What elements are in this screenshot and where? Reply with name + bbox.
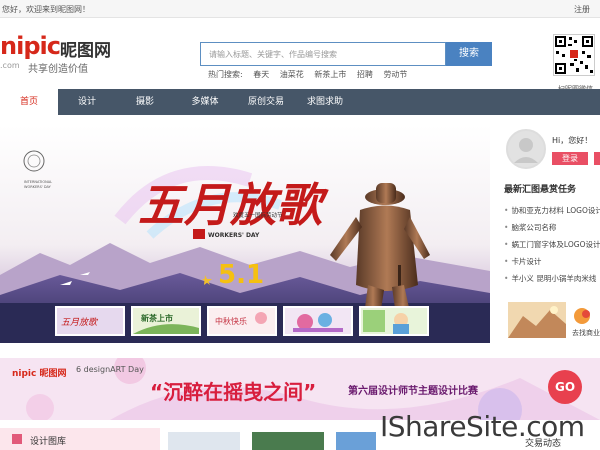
- promo-go-button[interactable]: GO: [548, 370, 582, 404]
- search-input[interactable]: 请输入标题、关键字、作品编号搜索: [200, 42, 446, 66]
- thumb-art: [285, 308, 351, 334]
- nav-home[interactable]: 首页: [0, 89, 58, 115]
- nav-multimedia[interactable]: 多媒体: [174, 89, 236, 115]
- nav-photography[interactable]: 摄影: [116, 89, 174, 115]
- nav-original-trade[interactable]: 原创交易: [236, 89, 296, 115]
- task-list: 协和亚克力材料 LOGO设计 脑浆公司名称 蜗工门窗字体及LOGO设计 卡片设计…: [504, 205, 600, 290]
- category-header[interactable]: 设计图库: [0, 428, 160, 450]
- banner-thumb[interactable]: 五月放歌: [55, 306, 125, 336]
- banner-thumb[interactable]: 中秋快乐: [207, 306, 277, 336]
- nav-request-help[interactable]: 求图求助: [296, 89, 354, 115]
- hot-searches: 热门搜索: 春天 油菜花 新茶上市 招聘 劳动节: [208, 69, 415, 80]
- watermark: IShareSite.com: [380, 410, 585, 443]
- qr-code-icon: [555, 36, 593, 74]
- thumb-label: 五月放歌: [61, 317, 99, 328]
- gallery-thumb[interactable]: [168, 432, 240, 450]
- hot-search-item[interactable]: 新茶上市: [314, 70, 346, 79]
- avatar: [506, 129, 546, 169]
- task-item[interactable]: 协和亚克力材料 LOGO设计: [504, 205, 600, 222]
- logo-dotcom: .com: [0, 61, 20, 70]
- task-item[interactable]: 脑浆公司名称: [504, 222, 600, 239]
- register-button[interactable]: [594, 152, 600, 165]
- promo-designday-logo: 6 designART Day: [76, 365, 144, 374]
- banner-thumb[interactable]: 新茶上市: [131, 306, 201, 336]
- tasks-title: 最新汇图悬赏任务: [504, 185, 577, 195]
- nav-design[interactable]: 设计: [58, 89, 116, 115]
- thumb-art: [361, 308, 427, 334]
- thumb-label: 新茶上市: [141, 313, 173, 323]
- search-bar: 请输入标题、关键字、作品编号搜索 搜索: [200, 42, 492, 66]
- ad-label[interactable]: 去找商业: [572, 328, 600, 338]
- avatar-icon: [514, 138, 538, 163]
- banner-headline: 五月放歌: [138, 178, 329, 232]
- banner-thumbnails: 五月放歌 新茶上市 中秋快乐: [55, 306, 435, 338]
- login-button[interactable]: 登录: [552, 152, 588, 165]
- ad-thumbnail[interactable]: [508, 302, 566, 338]
- logo-brand-cn: 昵图网: [60, 41, 111, 61]
- thumb-art: 新茶上市: [133, 308, 199, 334]
- category-label: 设计图库: [30, 437, 67, 447]
- qr-code: [553, 34, 595, 76]
- category-icon: [12, 434, 22, 444]
- hot-search-item[interactable]: 春天: [253, 70, 269, 79]
- thumb-art: 中秋快乐: [209, 308, 275, 334]
- task-item[interactable]: 羊小义 昆明小锅羊肉米线: [504, 273, 600, 290]
- logo-brand: nipic: [0, 32, 61, 60]
- promo-subtitle: 第六届设计师节主题设计比赛: [348, 386, 478, 397]
- gallery-thumb[interactable]: [252, 432, 324, 450]
- task-item[interactable]: 卡片设计: [504, 256, 600, 273]
- banner-sub-cn: 欢度五一国际劳动节: [233, 211, 283, 219]
- search-placeholder: 请输入标题、关键字、作品编号搜索: [209, 50, 337, 59]
- ad-art: [508, 302, 566, 338]
- logo-slogan: 共享创造价值: [28, 64, 88, 75]
- banner-badge: 5.1: [218, 260, 264, 290]
- register-link[interactable]: 注册: [574, 4, 590, 15]
- main-nav: 首页 设计 摄影 多媒体 原创交易 求图求助: [0, 89, 600, 115]
- gallery-thumb[interactable]: [336, 432, 376, 450]
- greeting-hi: Hi，您好！: [552, 136, 593, 145]
- banner-thumb[interactable]: [283, 306, 353, 336]
- task-item[interactable]: 蜗工门窗字体及LOGO设计: [504, 239, 600, 256]
- thumb-label: 中秋快乐: [215, 316, 247, 326]
- promo-logo: nipic 昵图网: [12, 369, 67, 379]
- hot-search-item[interactable]: 招聘: [357, 70, 373, 79]
- promo-headline: “沉醉在摇曳之间”: [150, 380, 317, 404]
- thumb-art: 五月放歌: [57, 308, 123, 334]
- hot-search-item[interactable]: 劳动节: [383, 70, 407, 79]
- user-panel: Hi，您好！ 登录 最新汇图悬赏任务 协和亚克力材料 LOGO设计 脑浆公司名称…: [500, 125, 600, 343]
- top-bar: 您好，欢迎来到昵图网！ 注册: [0, 0, 600, 18]
- hot-search-label: 热门搜索:: [208, 70, 243, 79]
- search-button[interactable]: 搜索: [446, 42, 492, 66]
- site-logo[interactable]: nipic 昵图网 .com 共享创造价值: [0, 30, 130, 75]
- svg-text:WORKERS' DAY: WORKERS' DAY: [24, 185, 52, 189]
- greeting-text: 您好，欢迎来到昵图网！: [2, 5, 90, 14]
- banner-thumb[interactable]: [359, 306, 429, 336]
- hero-banner[interactable]: INTERNATIONAL WORKERS' DAY 五月放歌 WORKERS'…: [0, 125, 490, 343]
- hot-search-item[interactable]: 油菜花: [280, 70, 304, 79]
- banner-left-text: INTERNATIONAL: [24, 180, 52, 184]
- banner-sub-en: WORKERS' DAY: [208, 232, 260, 239]
